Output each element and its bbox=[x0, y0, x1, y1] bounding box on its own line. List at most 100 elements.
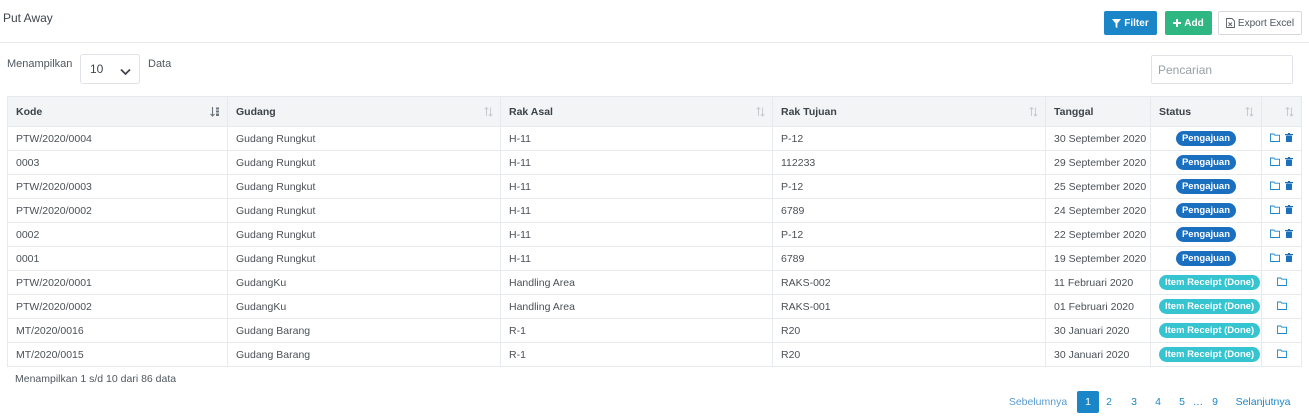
table-info: Menampilkan 1 s/d 10 dari 86 data bbox=[15, 373, 177, 385]
put-away-table: Kode Gudang Rak Asal Rak Tujuan Tanggal … bbox=[7, 96, 1302, 367]
column-header-status[interactable]: Status bbox=[1150, 96, 1262, 127]
cell-rak-tujuan: RAKS-001 bbox=[772, 294, 1046, 319]
table-row[interactable]: PTW/2020/0004 Gudang Rungkut H-11 P-12 30 Se… bbox=[7, 126, 1302, 151]
cell-tanggal: 30 Januari 2020 bbox=[1045, 318, 1151, 343]
table-row[interactable]: PTW/2020/0002 GudangKu Handling Area RAKS-0… bbox=[7, 294, 1302, 319]
table-row[interactable]: PTW/2020/0002 Gudang Rungkut H-11 6789 24 Se… bbox=[7, 198, 1302, 223]
pagination-page-9[interactable]: 9 bbox=[1208, 391, 1222, 413]
trash-icon[interactable] bbox=[1285, 204, 1293, 217]
pagination-page-3[interactable]: 3 bbox=[1127, 391, 1141, 413]
table-row[interactable]: MT/2020/0015 Gudang Barang R-1 R20 30 Januar… bbox=[7, 342, 1302, 367]
pagination-ellipsis: … bbox=[1192, 396, 1204, 408]
trash-icon[interactable] bbox=[1285, 252, 1293, 265]
cell-rak-tujuan: RAKS-002 bbox=[772, 270, 1046, 295]
chevron-down-icon bbox=[120, 65, 131, 79]
folder-icon[interactable] bbox=[1270, 253, 1280, 265]
status-badge: Pengajuan bbox=[1175, 251, 1237, 266]
folder-icon[interactable] bbox=[1270, 157, 1280, 169]
cell-rak-asal: H-11 bbox=[500, 222, 773, 247]
add-button-label: Add bbox=[1184, 17, 1204, 29]
trash-icon[interactable] bbox=[1285, 228, 1293, 241]
cell-kode: MT/2020/0015 bbox=[7, 342, 228, 367]
table-row[interactable]: 0001 Gudang Rungkut H-11 6789 19 September 2… bbox=[7, 246, 1302, 271]
cell-kode: MT/2020/0016 bbox=[7, 318, 228, 343]
filter-button[interactable]: Filter bbox=[1104, 11, 1157, 35]
cell-rak-tujuan: 6789 bbox=[772, 246, 1046, 271]
pagination-page-1[interactable]: 1 bbox=[1077, 391, 1099, 413]
folder-icon[interactable] bbox=[1276, 277, 1287, 289]
status-badge: Item Receipt (Done) bbox=[1159, 299, 1261, 314]
cell-actions bbox=[1261, 294, 1302, 319]
cell-status: Pengajuan bbox=[1150, 222, 1262, 247]
cell-gudang: GudangKu bbox=[227, 294, 501, 319]
folder-icon[interactable] bbox=[1270, 181, 1280, 193]
page-title: Put Away bbox=[3, 11, 53, 25]
cell-status: Pengajuan bbox=[1150, 174, 1262, 199]
table-row[interactable]: PTW/2020/0001 GudangKu Handling Area RAKS-0… bbox=[7, 270, 1302, 295]
column-header-tanggal[interactable]: Tanggal bbox=[1045, 96, 1151, 127]
trash-icon[interactable] bbox=[1285, 180, 1293, 193]
column-header-rak-tujuan[interactable]: Rak Tujuan bbox=[772, 96, 1046, 127]
cell-kode: PTW/2020/0002 bbox=[7, 294, 228, 319]
cell-rak-asal: H-11 bbox=[500, 150, 773, 175]
cell-rak-asal: R-1 bbox=[500, 342, 773, 367]
cell-tanggal: 01 Februari 2020 bbox=[1045, 294, 1151, 319]
trash-icon[interactable] bbox=[1285, 132, 1293, 145]
pagination-page-2[interactable]: 2 bbox=[1102, 391, 1116, 413]
column-header-rak-asal[interactable]: Rak Asal bbox=[500, 96, 773, 127]
cell-rak-tujuan: 112233 bbox=[772, 150, 1046, 175]
cell-gudang: GudangKu bbox=[227, 270, 501, 295]
search-input[interactable] bbox=[1151, 55, 1293, 84]
cell-status: Pengajuan bbox=[1150, 246, 1262, 271]
status-badge: Pengajuan bbox=[1175, 203, 1237, 218]
cell-actions bbox=[1261, 318, 1302, 343]
sort-icon bbox=[1245, 106, 1254, 120]
cell-status: Item Receipt (Done) bbox=[1150, 270, 1262, 295]
sort-icon bbox=[484, 106, 493, 120]
cell-actions bbox=[1261, 150, 1302, 175]
pagination-previous[interactable]: Sebelumnya bbox=[1008, 391, 1068, 413]
cell-kode: PTW/2020/0001 bbox=[7, 270, 228, 295]
cell-rak-asal: H-11 bbox=[500, 246, 773, 271]
column-header-actions[interactable] bbox=[1261, 96, 1302, 127]
cell-tanggal: 30 Januari 2020 bbox=[1045, 342, 1151, 367]
folder-icon[interactable] bbox=[1270, 205, 1280, 217]
pagination-next[interactable]: Selanjutnya bbox=[1234, 391, 1292, 413]
length-show-label: Menampilkan bbox=[7, 58, 73, 70]
cell-status: Item Receipt (Done) bbox=[1150, 294, 1262, 319]
cell-rak-asal: R-1 bbox=[500, 318, 773, 343]
table-row[interactable]: 0002 Gudang Rungkut H-11 P-12 22 September 2… bbox=[7, 222, 1302, 247]
cell-gudang: Gudang Rungkut bbox=[227, 246, 501, 271]
folder-icon[interactable] bbox=[1270, 133, 1280, 145]
table-row[interactable]: MT/2020/0016 Gudang Barang R-1 R20 30 Januar… bbox=[7, 318, 1302, 343]
status-badge: Pengajuan bbox=[1175, 227, 1237, 242]
filter-icon bbox=[1112, 18, 1122, 28]
column-header-gudang[interactable]: Gudang bbox=[227, 96, 501, 127]
status-badge: Pengajuan bbox=[1175, 155, 1237, 170]
status-badge: Item Receipt (Done) bbox=[1159, 323, 1261, 338]
page-size-value: 10 bbox=[90, 62, 104, 76]
folder-icon[interactable] bbox=[1276, 325, 1287, 337]
trash-icon[interactable] bbox=[1285, 156, 1293, 169]
cell-tanggal: 22 September 2020 bbox=[1045, 222, 1151, 247]
cell-actions bbox=[1261, 246, 1302, 271]
column-header-kode[interactable]: Kode bbox=[7, 96, 228, 127]
export-excel-button[interactable]: Export Excel bbox=[1218, 11, 1302, 35]
cell-rak-tujuan: 6789 bbox=[772, 198, 1046, 223]
cell-kode: 0002 bbox=[7, 222, 228, 247]
folder-icon[interactable] bbox=[1276, 301, 1287, 313]
cell-tanggal: 30 September 2020 bbox=[1045, 126, 1151, 151]
cell-rak-tujuan: P-12 bbox=[772, 174, 1046, 199]
table-row[interactable]: 0003 Gudang Rungkut H-11 112233 29 September… bbox=[7, 150, 1302, 175]
length-data-label: Data bbox=[148, 58, 172, 70]
pagination-page-5[interactable]: 5 bbox=[1175, 391, 1189, 413]
cell-rak-tujuan: R20 bbox=[772, 318, 1046, 343]
table-row[interactable]: PTW/2020/0003 Gudang Rungkut H-11 P-12 25 Se… bbox=[7, 174, 1302, 199]
folder-icon[interactable] bbox=[1276, 349, 1287, 361]
folder-icon[interactable] bbox=[1270, 229, 1280, 241]
cell-gudang: Gudang Rungkut bbox=[227, 174, 501, 199]
page-size-select[interactable]: 10 bbox=[80, 54, 140, 84]
add-button[interactable]: Add bbox=[1165, 11, 1212, 35]
pagination-page-4[interactable]: 4 bbox=[1151, 391, 1165, 413]
cell-rak-asal: Handling Area bbox=[500, 294, 773, 319]
